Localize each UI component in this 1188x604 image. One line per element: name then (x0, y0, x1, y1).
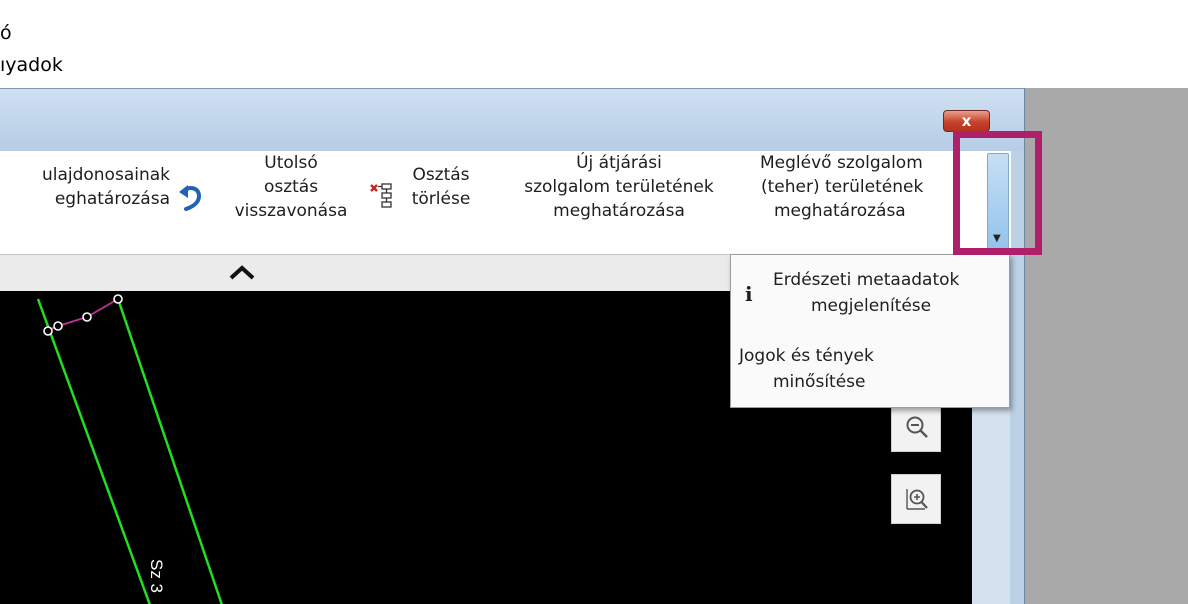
chevron-up-icon[interactable] (224, 259, 260, 285)
background-label-2: ıyadok (0, 54, 63, 76)
zoom-out-icon (906, 416, 928, 438)
new-passage-servitude-button[interactable]: Új átjárási szolgalom területének meghat… (500, 151, 738, 223)
vertex-point[interactable] (82, 312, 92, 322)
menu-item-rights-facts[interactable]: Jogok és tények minősítése (739, 343, 874, 395)
menu-item-forest-metadata[interactable]: Erdészeti metaadatok megjelenítése (773, 267, 959, 319)
info-icon: i (745, 282, 753, 306)
vertex-point[interactable] (113, 294, 123, 304)
close-button[interactable]: x (943, 110, 990, 132)
zoom-extent-button[interactable] (891, 474, 941, 524)
vertex-point[interactable] (53, 321, 63, 331)
highlight-annotation-box (953, 131, 1042, 255)
delete-split-icon[interactable] (370, 183, 394, 209)
title-bar[interactable]: x (0, 89, 1024, 151)
undo-split-button[interactable]: Utolsó osztás visszavonása (218, 151, 364, 223)
owners-button[interactable]: ulajdonosainak eghatározása (0, 163, 170, 211)
delete-split-button[interactable]: Osztás törlése (400, 163, 482, 211)
background-gray-panel (1025, 88, 1188, 604)
zoom-out-button[interactable] (891, 402, 941, 452)
background-label-1: ó (0, 22, 12, 44)
parcel-label: Sz 3 (147, 559, 166, 593)
zoom-extent-icon (906, 489, 928, 510)
ribbon-toolbar: ulajdonosainak eghatározása Utolsó osztá… (0, 151, 1010, 255)
ribbon-overflow-menu: i Erdészeti metaadatok megjelenítése Jog… (730, 254, 1010, 408)
existing-servitude-button[interactable]: Meglévő szolgalom (teher) területének me… (752, 151, 962, 223)
undo-icon[interactable] (178, 183, 204, 211)
vertex-point[interactable] (43, 326, 53, 336)
